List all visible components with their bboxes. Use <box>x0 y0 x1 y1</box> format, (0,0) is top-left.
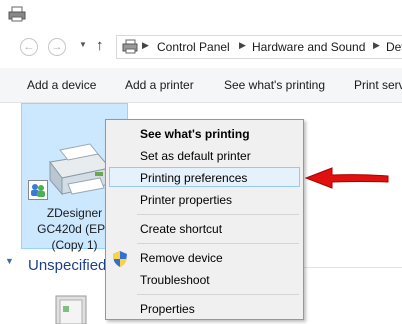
menu-item-troubleshoot[interactable]: Troubleshoot <box>140 273 210 287</box>
devices-printers-icon <box>122 39 138 54</box>
address-bar[interactable]: ▶ Control Panel ▶ Hardware and Sound ▶ D… <box>116 35 402 59</box>
recent-locations-chevron-icon[interactable]: ▼ <box>79 40 87 49</box>
menu-separator <box>137 214 299 215</box>
menu-item-printing-preferences[interactable]: Printing preferences <box>140 171 247 185</box>
printer-icon <box>49 143 111 196</box>
see-whats-printing-button[interactable]: See what's printing <box>224 78 325 92</box>
back-icon[interactable]: ← <box>20 38 38 56</box>
menu-item-printer-properties[interactable]: Printer properties <box>140 193 232 207</box>
collapse-chevron-icon[interactable]: ▼ <box>5 256 14 266</box>
menu-item-see-whats-printing[interactable]: See what's printing <box>140 127 250 141</box>
menu-item-remove-device[interactable]: Remove device <box>140 251 223 265</box>
menu-item-create-shortcut[interactable]: Create shortcut <box>140 222 222 236</box>
uac-shield-icon <box>113 251 127 267</box>
breadcrumb-separator-icon: ▶ <box>239 40 246 50</box>
red-arrow <box>304 167 389 189</box>
breadcrumb-separator-icon: ▶ <box>373 40 380 50</box>
breadcrumb-control-panel[interactable]: Control Panel <box>157 40 230 54</box>
menu-item-properties[interactable]: Properties <box>140 302 195 316</box>
device-icon[interactable] <box>52 294 98 324</box>
breadcrumb-devices[interactable]: Dev <box>386 40 402 54</box>
add-printer-button[interactable]: Add a printer <box>125 78 194 92</box>
printer-title-icon <box>8 6 26 22</box>
command-bar: Add a device Add a printer See what's pr… <box>0 68 402 103</box>
forward-icon[interactable]: → <box>48 38 66 56</box>
menu-item-set-default-printer[interactable]: Set as default printer <box>140 149 251 163</box>
breadcrumb-hardware-and-sound[interactable]: Hardware and Sound <box>252 40 365 54</box>
breadcrumb-separator-icon: ▶ <box>142 40 149 50</box>
menu-separator <box>137 294 299 295</box>
users-overlay-icon <box>28 180 48 200</box>
print-server-properties-button[interactable]: Print serv <box>354 78 402 92</box>
section-header-unspecified[interactable]: Unspecified <box>28 257 106 274</box>
context-menu: See what's printing Set as default print… <box>105 119 304 320</box>
up-icon[interactable]: ↑ <box>96 37 104 54</box>
title-bar <box>0 0 402 28</box>
address-row: ← → ▼ ↑ ▶ Control Panel ▶ Hardware and S… <box>0 28 402 66</box>
add-device-button[interactable]: Add a device <box>27 78 96 92</box>
menu-separator <box>137 243 299 244</box>
